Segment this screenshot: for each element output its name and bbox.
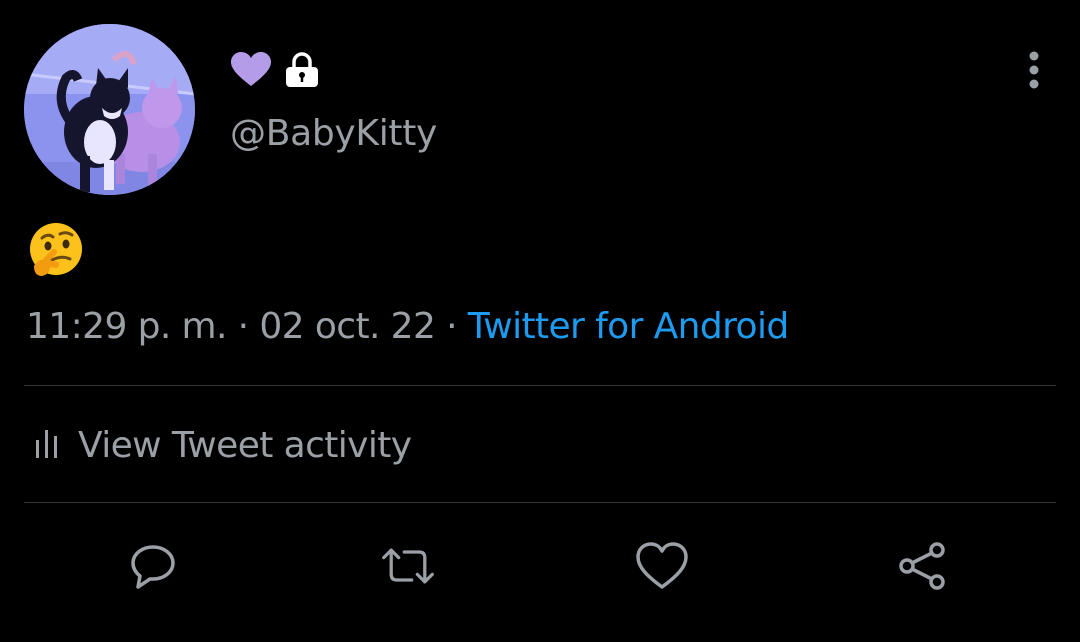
reply-icon[interactable] — [125, 538, 181, 594]
divider — [24, 385, 1056, 386]
meta-separator-2: · — [435, 306, 468, 347]
activity-label: View Tweet activity — [78, 424, 412, 466]
like-icon[interactable] — [634, 538, 690, 594]
tweet-date: 02 oct. 22 — [259, 306, 436, 347]
tweet-time: 11:29 p. m. — [26, 306, 227, 347]
retweet-icon[interactable] — [380, 538, 436, 594]
activity-bars-icon — [34, 426, 60, 464]
display-name-row[interactable] — [230, 50, 320, 90]
user-handle[interactable]: @BabyKitty — [230, 112, 437, 156]
heart-badge-icon — [230, 52, 272, 88]
view-tweet-activity-button[interactable]: View Tweet activity — [34, 420, 412, 470]
divider — [24, 502, 1056, 503]
tweet-meta: 11:29 p. m. · 02 oct. 22 · Twitter for A… — [26, 304, 789, 350]
lock-icon — [284, 52, 320, 88]
tweet-source-link[interactable]: Twitter for Android — [468, 306, 789, 347]
share-icon[interactable] — [894, 538, 950, 594]
avatar[interactable] — [24, 24, 195, 195]
more-options-icon[interactable] — [1018, 50, 1050, 90]
thinking-face-emoji — [28, 222, 84, 278]
meta-separator: · — [226, 306, 260, 347]
